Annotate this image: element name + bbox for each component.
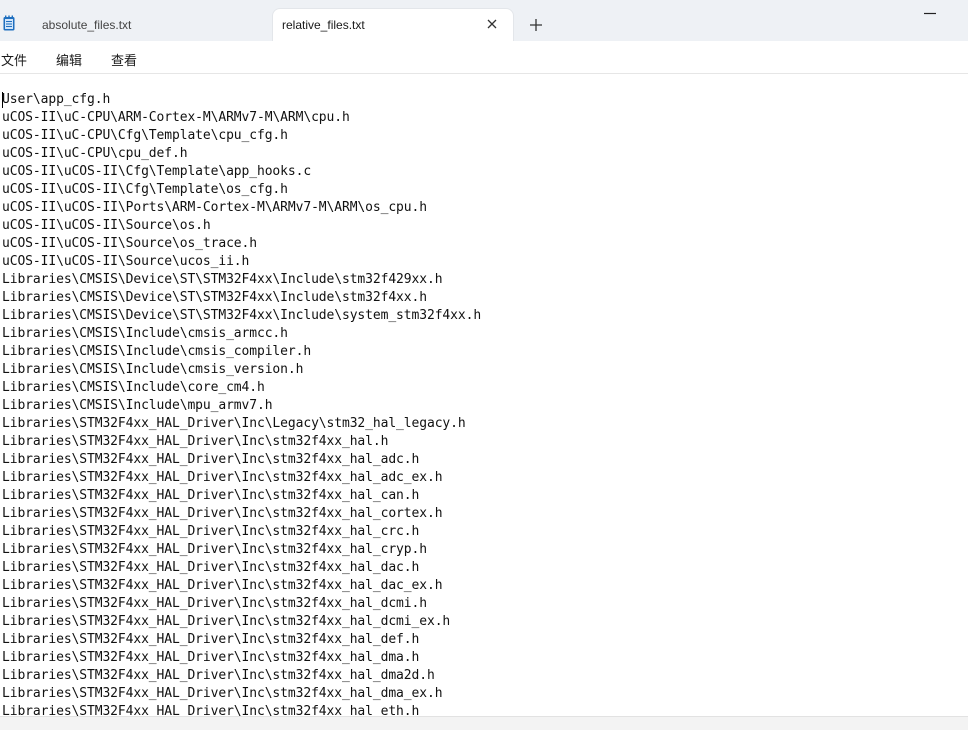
tab-label: absolute_files.txt xyxy=(42,18,132,32)
editor-line: Libraries\STM32F4xx_HAL_Driver\Inc\stm32… xyxy=(2,614,451,629)
menu-edit[interactable]: 编辑 xyxy=(56,50,82,69)
editor-line: Libraries\CMSIS\Device\ST\STM32F4xx\Incl… xyxy=(2,308,482,323)
editor-line: Libraries\STM32F4xx_HAL_Driver\Inc\stm32… xyxy=(2,524,420,539)
editor-line: Libraries\CMSIS\Include\cmsis_armcc.h xyxy=(2,326,288,341)
editor-line: Libraries\STM32F4xx_HAL_Driver\Inc\stm32… xyxy=(2,704,420,716)
editor-line: uCOS-II\uC-CPU\cpu_def.h xyxy=(2,146,188,161)
text-editor[interactable]: User\app_cfg.h uCOS-II\uC-CPU\ARM-Cortex-… xyxy=(0,74,968,716)
editor-line: Libraries\STM32F4xx_HAL_Driver\Inc\stm32… xyxy=(2,434,389,449)
editor-line: Libraries\STM32F4xx_HAL_Driver\Inc\stm32… xyxy=(2,488,420,503)
editor-line: Libraries\STM32F4xx_HAL_Driver\Inc\stm32… xyxy=(2,650,420,665)
editor-line: Libraries\CMSIS\Device\ST\STM32F4xx\Incl… xyxy=(2,272,443,287)
editor-line: Libraries\STM32F4xx_HAL_Driver\Inc\stm32… xyxy=(2,452,420,467)
menu-bar: 文件 编辑 查看 xyxy=(0,41,968,74)
tab-bar: absolute_files.txt relative_files.txt xyxy=(0,0,968,41)
editor-lines: User\app_cfg.h uCOS-II\uC-CPU\ARM-Cortex-… xyxy=(2,91,481,716)
editor-line: Libraries\STM32F4xx_HAL_Driver\Inc\stm32… xyxy=(2,632,420,647)
tab-label: relative_files.txt xyxy=(282,18,365,32)
editor-line: Libraries\STM32F4xx_HAL_Driver\Inc\stm32… xyxy=(2,542,427,557)
editor-line: Libraries\STM32F4xx_HAL_Driver\Inc\stm32… xyxy=(2,686,443,701)
status-bar xyxy=(0,716,968,730)
close-icon[interactable] xyxy=(485,17,499,31)
tab-absolute-files[interactable]: absolute_files.txt xyxy=(28,9,270,41)
plus-icon[interactable] xyxy=(527,16,545,34)
editor-line: Libraries\CMSIS\Include\cmsis_version.h xyxy=(2,362,304,377)
menu-file[interactable]: 文件 xyxy=(1,50,27,69)
editor-line: Libraries\STM32F4xx_HAL_Driver\Inc\stm32… xyxy=(2,578,443,593)
editor-line: Libraries\CMSIS\Device\ST\STM32F4xx\Incl… xyxy=(2,290,427,305)
tab-relative-files[interactable]: relative_files.txt xyxy=(273,9,513,41)
editor-line: Libraries\STM32F4xx_HAL_Driver\Inc\stm32… xyxy=(2,560,420,575)
editor-line: Libraries\STM32F4xx_HAL_Driver\Inc\Legac… xyxy=(2,416,466,431)
editor-line: uCOS-II\uCOS-II\Cfg\Template\app_hooks.c xyxy=(2,164,312,179)
editor-line: uCOS-II\uCOS-II\Source\ucos_ii.h xyxy=(2,254,250,269)
editor-line: Libraries\CMSIS\Include\core_cm4.h xyxy=(2,380,265,395)
editor-line: uCOS-II\uC-CPU\Cfg\Template\cpu_cfg.h xyxy=(2,128,288,143)
editor-line: Libraries\STM32F4xx_HAL_Driver\Inc\stm32… xyxy=(2,470,443,485)
editor-line: uCOS-II\uCOS-II\Source\os.h xyxy=(2,218,211,233)
editor-line: Libraries\STM32F4xx_HAL_Driver\Inc\stm32… xyxy=(2,596,427,611)
editor-line: Libraries\CMSIS\Include\cmsis_compiler.h xyxy=(2,344,312,359)
editor-line: User\app_cfg.h xyxy=(2,92,111,107)
editor-line: uCOS-II\uC-CPU\ARM-Cortex-M\ARMv7-M\ARM\… xyxy=(2,110,350,125)
editor-line: Libraries\STM32F4xx_HAL_Driver\Inc\stm32… xyxy=(2,668,435,683)
minimize-icon[interactable] xyxy=(922,6,938,20)
editor-line: Libraries\STM32F4xx_HAL_Driver\Inc\stm32… xyxy=(2,506,443,521)
editor-line: Libraries\CMSIS\Include\mpu_armv7.h xyxy=(2,398,273,413)
menu-view[interactable]: 查看 xyxy=(111,50,137,69)
editor-line: uCOS-II\uCOS-II\Cfg\Template\os_cfg.h xyxy=(2,182,288,197)
editor-line: uCOS-II\uCOS-II\Source\os_trace.h xyxy=(2,236,257,251)
editor-line: uCOS-II\uCOS-II\Ports\ARM-Cortex-M\ARMv7… xyxy=(2,200,427,215)
notepad-icon xyxy=(3,15,15,31)
notepad-window: absolute_files.txt relative_files.txt 文件… xyxy=(0,0,968,730)
